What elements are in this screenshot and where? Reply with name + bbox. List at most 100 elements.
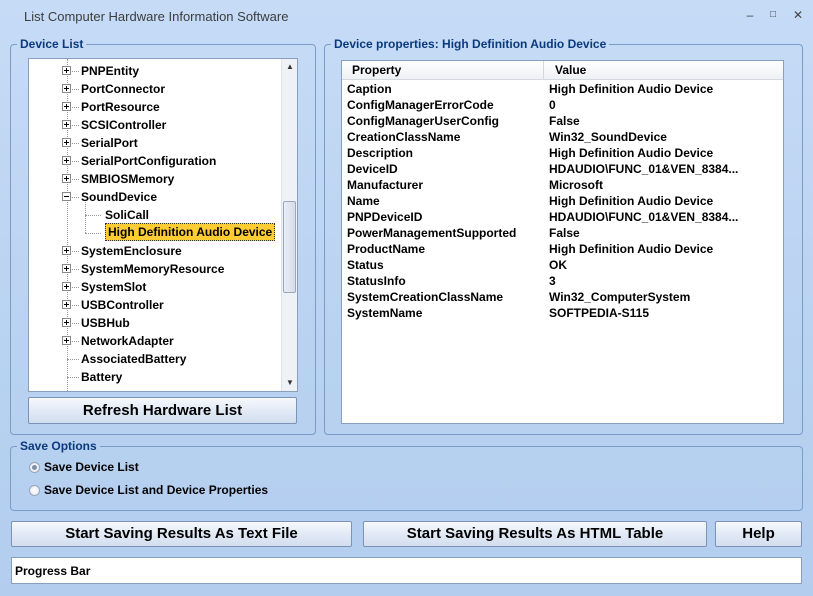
expand-icon[interactable] bbox=[62, 102, 71, 111]
tree-item[interactable]: AssociatedBattery bbox=[29, 350, 279, 368]
help-button[interactable]: Help bbox=[715, 521, 802, 547]
property-name: PowerManagementSupported bbox=[347, 226, 517, 240]
property-row[interactable]: DeviceID HDAUDIO\FUNC_01&VEN_8384... bbox=[342, 161, 783, 177]
tree-item-label: PortConnector bbox=[81, 82, 165, 96]
expand-icon[interactable] bbox=[62, 120, 71, 129]
property-value: OK bbox=[549, 258, 567, 272]
tree-item-label: SerialPort bbox=[81, 136, 138, 150]
property-row[interactable]: Manufacturer Microsoft bbox=[342, 177, 783, 193]
property-name: PNPDeviceID bbox=[347, 210, 423, 224]
property-name: Description bbox=[347, 146, 414, 160]
device-properties-legend: Device properties: High Definition Audio… bbox=[334, 37, 607, 51]
property-value: False bbox=[549, 114, 580, 128]
property-row[interactable]: PowerManagementSupported False bbox=[342, 225, 783, 241]
tree-item[interactable]: SystemSlot bbox=[29, 278, 279, 296]
expand-icon[interactable] bbox=[62, 66, 71, 75]
tree-item-label: High Definition Audio Device bbox=[105, 223, 276, 241]
title-bar[interactable]: List Computer Hardware Information Softw… bbox=[0, 0, 813, 32]
device-tree[interactable]: PNPEntity PortConnector PortResource SCSICo… bbox=[28, 58, 298, 392]
expand-icon[interactable] bbox=[62, 84, 71, 93]
tree-item[interactable]: SMBIOSMemory bbox=[29, 170, 279, 188]
device-list-legend: Device List bbox=[20, 37, 84, 51]
property-name: ConfigManagerUserConfig bbox=[347, 114, 500, 128]
property-value: High Definition Audio Device bbox=[549, 82, 714, 96]
property-name: StatusInfo bbox=[347, 274, 406, 288]
properties-grid[interactable]: Property Value Caption High Definition Au… bbox=[341, 60, 784, 424]
tree-item[interactable]: PNPEntity bbox=[29, 62, 279, 80]
property-value: High Definition Audio Device bbox=[549, 242, 714, 256]
save-device-list-and-properties-radio[interactable] bbox=[29, 485, 40, 496]
window-title: List Computer Hardware Information Softw… bbox=[24, 9, 289, 24]
property-value: SOFTPEDIA-S115 bbox=[549, 306, 650, 320]
scroll-thumb[interactable] bbox=[283, 201, 296, 293]
expand-icon[interactable] bbox=[62, 138, 71, 147]
expand-icon[interactable] bbox=[62, 156, 71, 165]
tree-item[interactable]: High Definition Audio Device bbox=[29, 223, 279, 242]
tree-item-label: SystemSlot bbox=[81, 280, 147, 294]
property-row[interactable]: ProductName High Definition Audio Device bbox=[342, 241, 783, 257]
property-name: Status bbox=[347, 258, 384, 272]
property-row[interactable]: Name High Definition Audio Device bbox=[342, 193, 783, 209]
scroll-up-icon[interactable]: ▲ bbox=[282, 59, 297, 75]
tree-item[interactable]: USBHub bbox=[29, 314, 279, 332]
tree-item[interactable]: SystemEnclosure bbox=[29, 242, 279, 260]
save-html-table-button[interactable]: Start Saving Results As HTML Table bbox=[363, 521, 707, 547]
properties-grid-header: Property Value bbox=[342, 61, 783, 80]
expand-icon[interactable] bbox=[62, 336, 71, 345]
tree-item[interactable]: PortConnector bbox=[29, 80, 279, 98]
column-header-property[interactable]: Property bbox=[352, 63, 401, 77]
property-row[interactable]: Caption High Definition Audio Device bbox=[342, 81, 783, 97]
tree-item[interactable]: SCSIController bbox=[29, 116, 279, 134]
tree-item-label: Battery bbox=[81, 370, 123, 384]
expand-icon[interactable] bbox=[62, 300, 71, 309]
refresh-hardware-list-button[interactable]: Refresh Hardware List bbox=[28, 397, 297, 424]
tree-item-label: SoundDevice bbox=[81, 190, 158, 204]
property-row[interactable]: ConfigManagerErrorCode 0 bbox=[342, 97, 783, 113]
save-device-list-and-properties-label[interactable]: Save Device List and Device Properties bbox=[44, 483, 268, 497]
property-name: ConfigManagerErrorCode bbox=[347, 98, 494, 112]
tree-item-label: AssociatedBattery bbox=[81, 352, 187, 366]
scroll-down-icon[interactable]: ▼ bbox=[282, 375, 297, 391]
property-row[interactable]: SystemCreationClassName Win32_ComputerSys… bbox=[342, 289, 783, 305]
save-device-list-radio[interactable] bbox=[29, 462, 40, 473]
expand-icon[interactable] bbox=[62, 318, 71, 327]
tree-item-label: USBController bbox=[81, 298, 164, 312]
tree-item[interactable]: SerialPortConfiguration bbox=[29, 152, 279, 170]
property-row[interactable]: CreationClassName Win32_SoundDevice bbox=[342, 129, 783, 145]
property-row[interactable]: StatusInfo 3 bbox=[342, 273, 783, 289]
property-row[interactable]: SystemName SOFTPEDIA-S115 bbox=[342, 305, 783, 321]
tree-item[interactable]: SystemMemoryResource bbox=[29, 260, 279, 278]
property-row[interactable]: PNPDeviceID HDAUDIO\FUNC_01&VEN_8384... bbox=[342, 209, 783, 225]
tree-item-label: SerialPortConfiguration bbox=[81, 154, 217, 168]
tree-item[interactable]: USBController bbox=[29, 296, 279, 314]
expand-icon[interactable] bbox=[62, 282, 71, 291]
column-header-value[interactable]: Value bbox=[555, 63, 586, 77]
tree-item[interactable]: SerialPort bbox=[29, 134, 279, 152]
tree-item[interactable]: SoliCall bbox=[29, 206, 279, 224]
progress-bar-label: Progress Bar bbox=[15, 564, 91, 578]
tree-item[interactable]: Battery bbox=[29, 368, 279, 386]
tree-item-label: NetworkAdapter bbox=[81, 334, 174, 348]
expand-icon[interactable] bbox=[62, 174, 71, 183]
save-text-file-button[interactable]: Start Saving Results As Text File bbox=[11, 521, 352, 547]
tree-item-label: SystemEnclosure bbox=[81, 244, 182, 258]
property-name: Manufacturer bbox=[347, 178, 424, 192]
property-row[interactable]: Status OK bbox=[342, 257, 783, 273]
property-row[interactable]: Description High Definition Audio Device bbox=[342, 145, 783, 161]
maximize-button[interactable]: □ bbox=[763, 6, 783, 24]
property-name: CreationClassName bbox=[347, 130, 461, 144]
save-device-list-label[interactable]: Save Device List bbox=[44, 460, 139, 474]
property-row[interactable]: ConfigManagerUserConfig False bbox=[342, 113, 783, 129]
property-name: DeviceID bbox=[347, 162, 398, 176]
tree-item[interactable]: NetworkAdapter bbox=[29, 332, 279, 350]
minimize-button[interactable]: – bbox=[740, 6, 760, 24]
tree-scrollbar[interactable]: ▲ ▼ bbox=[281, 59, 297, 391]
property-value: Win32_SoundDevice bbox=[549, 130, 667, 144]
tree-item[interactable]: PortResource bbox=[29, 98, 279, 116]
expand-icon[interactable] bbox=[62, 246, 71, 255]
tree-item[interactable]: SoundDevice bbox=[29, 188, 279, 206]
collapse-icon[interactable] bbox=[62, 192, 71, 201]
property-name: Name bbox=[347, 194, 380, 208]
expand-icon[interactable] bbox=[62, 264, 71, 273]
close-button[interactable]: ✕ bbox=[788, 6, 808, 24]
